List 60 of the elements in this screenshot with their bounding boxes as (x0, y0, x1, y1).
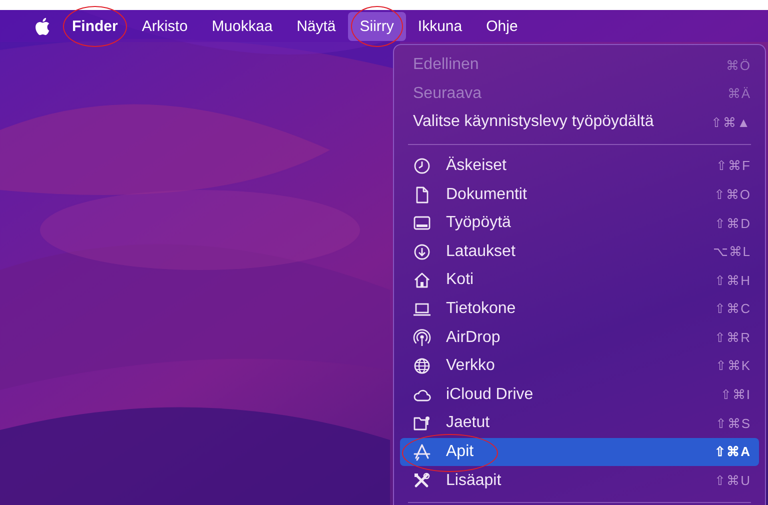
menu-bar-item[interactable]: Arkisto (130, 12, 200, 40)
menu-item[interactable]: Työpöytä ⇧⌘D (400, 208, 759, 238)
shortcut-text: ⇧⌘D (714, 214, 751, 233)
menu-bar-item[interactable]: Siirry (348, 12, 406, 40)
menu-item-label: Verkko (446, 356, 495, 376)
shortcut-text: ⌥⌘L (712, 243, 751, 262)
menu-item[interactable]: Koti ⇧⌘H (400, 266, 759, 295)
menu-item-label: Koti (446, 270, 474, 290)
menu-item[interactable]: Jaetut ⇧⌘S (400, 409, 759, 438)
menu-item-label: Äskeiset (446, 156, 506, 176)
menu-item[interactable]: Äskeiset ⇧⌘F (400, 152, 759, 180)
shortcut-text: ⇧⌘I (720, 386, 751, 404)
menu-item[interactable]: Tietokone ⇧⌘C (400, 294, 759, 324)
menu-bar-item[interactable]: Finder (60, 12, 130, 40)
menu-item-label: Tietokone (446, 299, 516, 320)
menu-item-label: AirDrop (446, 328, 500, 348)
shortcut-text: ⌘Ä (727, 85, 751, 104)
menu-item-label: Valitse käynnistyslevy työpöydältä (413, 112, 654, 132)
menu-item-label: Dokumentit (446, 184, 527, 205)
house-icon (413, 271, 431, 290)
apps-icon (413, 443, 431, 462)
menu-item[interactable]: Valitse käynnistyslevy työpöydältä ⇧⌘▲ (400, 108, 759, 137)
shortcut-text: ⇧⌘F (716, 157, 751, 176)
shortcut-text: ⇧⌘S (715, 414, 751, 433)
shortcut-text: ⇧⌘O (714, 186, 751, 204)
menu-item[interactable]: iCloud Drive ⇧⌘I (400, 380, 759, 410)
menu-bar-item[interactable]: Näytä (284, 12, 348, 40)
shortcut-text: ⇧⌘C (714, 300, 751, 318)
menu-item-label: Seuraava (413, 84, 482, 104)
shortcut-text: ⇧⌘▲ (711, 114, 751, 132)
menu-item[interactable]: Lataukset ⌥⌘L (400, 238, 759, 266)
menu-item[interactable]: Lisäapit ⇧⌘U (400, 466, 759, 495)
menu-item-label: Edellinen (413, 55, 479, 76)
shortcut-text: ⌘Ö (726, 56, 751, 75)
menu-item[interactable]: AirDrop ⇧⌘R (400, 323, 759, 352)
shortcut-text: ⇧⌘A (714, 443, 751, 462)
menu-item-label: Lisäapit (446, 470, 502, 491)
menu-item-label: Jaetut (446, 413, 490, 434)
shortcut-text: ⇧⌘R (714, 328, 751, 347)
airdrop-icon (413, 328, 431, 347)
menu-item-label: iCloud Drive (446, 384, 534, 405)
menu-item-label: Lataukset (446, 242, 516, 262)
shared-folder-icon (413, 414, 431, 432)
apple-icon[interactable] (34, 16, 50, 36)
globe-icon (413, 357, 431, 376)
download-icon (413, 242, 431, 261)
menu-bar-item[interactable]: Ohje (474, 12, 530, 40)
tools-icon (413, 472, 431, 490)
menu-bar-item[interactable]: Ikkuna (406, 12, 474, 40)
shortcut-text: ⇧⌘U (714, 472, 751, 490)
menu-bar-item[interactable]: Muokkaa (200, 12, 285, 40)
menu-item[interactable]: Dokumentit ⇧⌘O (400, 180, 759, 209)
desktop-icon (413, 214, 431, 232)
menu-item[interactable]: Verkko ⇧⌘K (400, 352, 759, 381)
shortcut-text: ⇧⌘H (714, 272, 751, 290)
clock-icon (413, 157, 431, 176)
menu-item[interactable]: Apit ⇧⌘A (400, 438, 759, 466)
menu-item-label: Apit (446, 442, 474, 462)
menu-item-label: Työpöytä (446, 213, 511, 234)
shortcut-text: ⇧⌘K (715, 357, 751, 376)
